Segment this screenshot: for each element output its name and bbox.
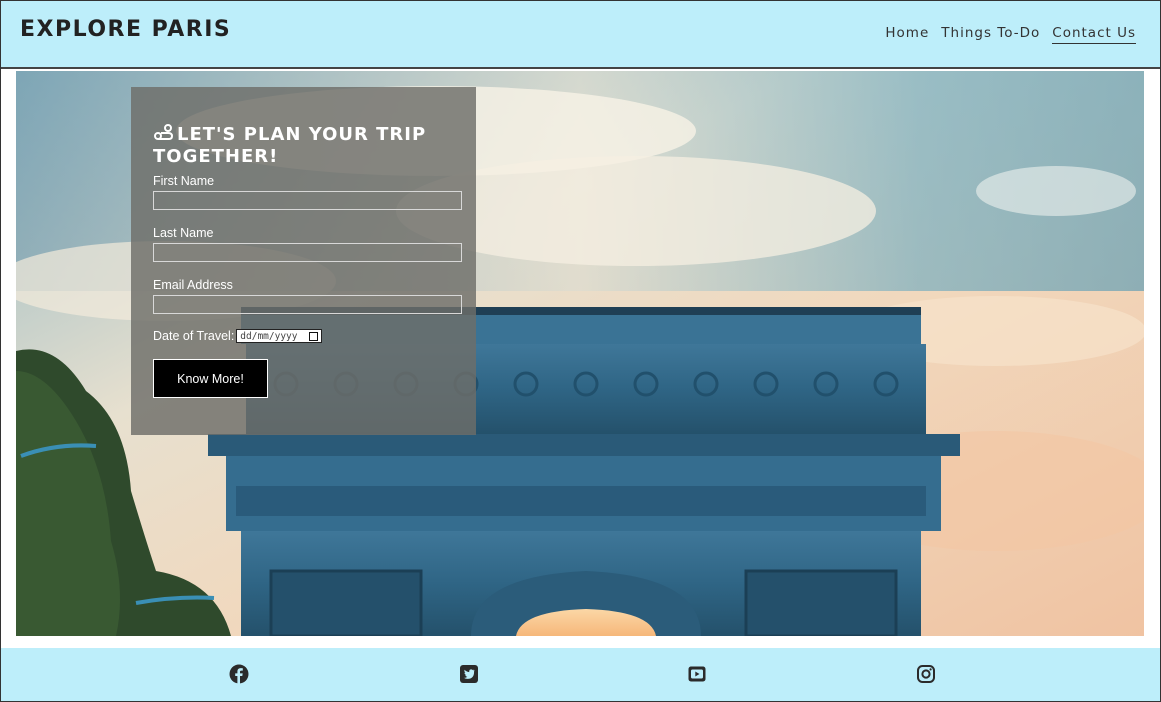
main-nav: Home Things To-Do Contact Us [885,25,1136,44]
site-footer [1,648,1160,701]
nav-home[interactable]: Home [885,25,929,44]
know-more-button[interactable]: Know More! [153,359,268,398]
form-heading: LET'S PLAN YOUR TRIP TOGETHER! [153,124,463,168]
calendar-icon[interactable] [309,331,319,341]
last-name-label: Last Name [153,226,214,240]
form-heading-text: LET'S PLAN YOUR TRIP TOGETHER! [153,124,427,167]
date-of-travel-input[interactable]: dd/mm/yyyy [236,329,323,343]
youtube-icon[interactable] [687,664,707,684]
first-name-input[interactable] [153,191,462,210]
email-label: Email Address [153,278,233,292]
site-brand[interactable]: EXPLORE PARIS [20,17,231,42]
trip-planner-form: LET'S PLAN YOUR TRIP TOGETHER! First Nam… [131,87,476,435]
email-input[interactable] [153,295,462,314]
site-header: EXPLORE PARIS Home Things To-Do Contact … [1,1,1160,69]
instagram-icon[interactable] [916,664,936,684]
date-row: Date of Travel: dd/mm/yyyy [153,329,463,343]
first-name-label: First Name [153,174,215,188]
page: EXPLORE PARIS Home Things To-Do Contact … [0,0,1161,702]
date-placeholder: dd/mm/yyyy [240,330,298,342]
date-label: Date of Travel: [153,329,235,343]
twitter-icon[interactable] [459,664,479,684]
nav-things-to-do[interactable]: Things To-Do [941,25,1040,44]
route-icon [153,124,174,142]
facebook-icon[interactable] [229,664,249,684]
nav-contact-us[interactable]: Contact Us [1052,25,1136,44]
last-name-input[interactable] [153,243,462,262]
